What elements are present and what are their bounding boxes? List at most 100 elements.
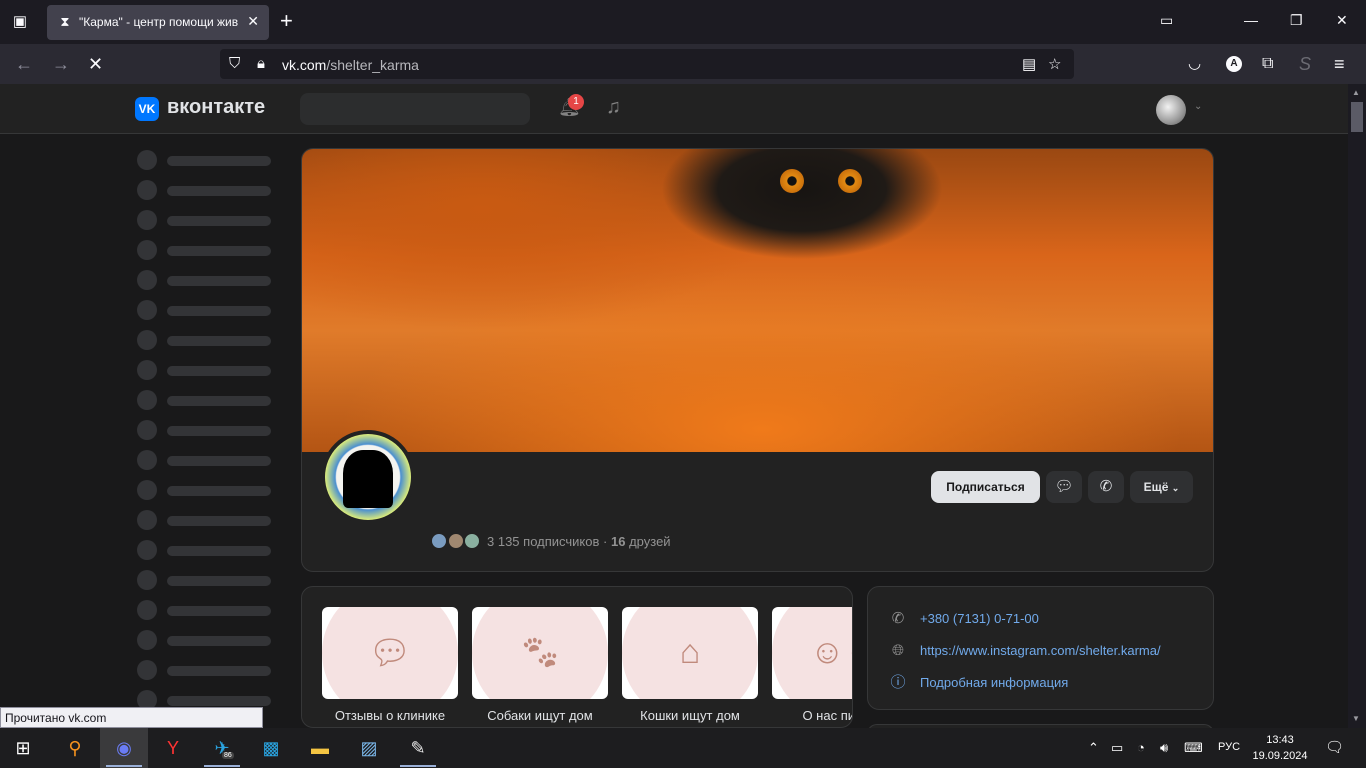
battery-icon[interactable]: ▭ <box>1111 740 1123 756</box>
sidebar-skeleton-item <box>137 510 277 530</box>
notifications-icon[interactable]: 🗨︎ <box>1325 738 1344 756</box>
active-indicator <box>106 765 142 767</box>
pocket-icon[interactable]: ◡ <box>1188 53 1201 75</box>
more-button[interactable]: Ещё ⌄ <box>1130 471 1193 503</box>
windows-start-icon[interactable]: ⊞ <box>8 734 38 762</box>
speech-question-icon: 💬︎ <box>368 634 412 672</box>
vk-brand[interactable]: вконтакте <box>167 96 265 119</box>
phone-link[interactable]: +380 (7131) 0-71-00 <box>920 611 1039 626</box>
lock-icon[interactable]: 🔒︎ <box>257 55 265 72</box>
clock[interactable]: 13:43 19.09.2024 <box>1250 732 1310 764</box>
sidebar-skeleton-item <box>137 540 277 560</box>
url-text[interactable]: vk.com/shelter_karma <box>282 57 419 73</box>
volume-icon[interactable]: 🔊︎ <box>1160 740 1168 756</box>
time: 13:43 <box>1266 734 1294 746</box>
running-indicator <box>204 765 240 767</box>
friend-avatar[interactable] <box>464 533 480 549</box>
telegram-badge: 86 <box>222 752 234 759</box>
taskbar: ⊞ ⚲ ◉ Y ✈ 86 ▩ ▬ ▨ ✎ ⌃ ▭ ◔ 🔊︎ ⌨ РУС 13:4… <box>0 728 1366 768</box>
tab-title: "Карма" - центр помощи жив <box>79 15 239 29</box>
new-tab-icon[interactable]: + <box>280 9 293 33</box>
minimize-icon[interactable]: — <box>1244 12 1258 28</box>
photos-icon[interactable]: ▨ <box>354 734 384 762</box>
browser-tab[interactable]: ⧗ "Карма" - центр помощи жив ✕ <box>47 5 269 40</box>
stop-icon[interactable]: ✕ <box>88 53 103 75</box>
forward-icon[interactable]: → <box>52 53 70 75</box>
account-icon[interactable]: A <box>1226 56 1242 72</box>
close-icon[interactable]: ✕ <box>247 13 259 30</box>
group-avatar[interactable] <box>321 430 415 524</box>
notification-badge: 1 <box>568 94 584 110</box>
tab-list-icon[interactable]: ▣ <box>8 10 32 34</box>
shield-icon[interactable]: ⛉ <box>229 55 240 72</box>
faces-icon: ☺☺ <box>810 633 852 671</box>
scroll-down-icon[interactable]: ▼ <box>1352 714 1360 723</box>
folder-icon[interactable]: ▬ <box>305 734 335 762</box>
phone-icon[interactable]: ✆ <box>1088 471 1124 503</box>
tray-chevron-icon[interactable]: ⌃ <box>1088 740 1099 756</box>
friend-avatar[interactable] <box>448 533 464 549</box>
extensions-icon[interactable]: ⧉ <box>1262 53 1273 75</box>
menu-item-cats[interactable]: ⌂ <box>622 607 758 699</box>
group-card <box>301 148 1214 572</box>
sidebar-skeleton-item <box>137 270 277 290</box>
url-bar[interactable]: ⛉ 🔒︎ vk.com/shelter_karma ▤ ☆ <box>220 49 1074 79</box>
messenger-icon[interactable]: ▩ <box>256 734 286 762</box>
restore-icon[interactable]: ❐ <box>1290 12 1303 29</box>
browser-nav-bar: ← → ✕ ⛉ 🔒︎ vk.com/shelter_karma ▤ ☆ ◡ A … <box>0 44 1366 84</box>
house-icon: ⌂ <box>679 633 701 671</box>
followers-info[interactable]: 3 135 подписчиков · 16 друзей <box>487 534 671 549</box>
sidebar-skeleton-item <box>137 210 277 230</box>
followers-count: 3 135 <box>487 534 520 549</box>
avatar[interactable] <box>1156 95 1186 125</box>
more-label: Ещё <box>1143 480 1169 494</box>
cat-eye <box>780 169 804 193</box>
s-extension-icon[interactable]: S <box>1299 53 1311 75</box>
website-link[interactable]: https://www.instagram.com/shelter.karma/ <box>920 643 1161 658</box>
menu-item-about[interactable]: ☺☺ <box>772 607 852 699</box>
scroll-thumb[interactable] <box>1351 102 1363 132</box>
window-close-icon[interactable]: ✕ <box>1336 12 1348 29</box>
cat-eye <box>838 169 862 193</box>
friend-avatar[interactable] <box>431 533 447 549</box>
message-icon[interactable]: 💬︎ <box>1046 471 1082 503</box>
search-input[interactable] <box>300 93 530 125</box>
scroll-up-icon[interactable]: ▲ <box>1352 88 1360 97</box>
subscribe-button[interactable]: Подписаться <box>931 471 1040 503</box>
star-icon[interactable]: ☆ <box>1048 55 1061 73</box>
menu-label-cats[interactable]: Кошки ищут дом <box>615 708 765 723</box>
notes-icon[interactable]: ✎ <box>403 734 433 762</box>
page-scrollbar[interactable]: ▲ ▼ <box>1348 84 1366 728</box>
music-icon[interactable]: ♫ <box>606 96 621 119</box>
tab-manager-icon[interactable]: ▭ <box>1160 12 1173 29</box>
search-icon[interactable]: ⚲ <box>60 734 90 762</box>
sidebar-skeleton-item <box>137 450 277 470</box>
vk-logo-icon[interactable]: VK <box>135 97 159 121</box>
language-indicator[interactable]: РУС <box>1218 741 1240 753</box>
sidebar-skeleton-item <box>137 570 277 590</box>
menu-label-dogs[interactable]: Собаки ищут дом <box>465 708 615 723</box>
followers-word: подписчиков <box>523 534 600 549</box>
keyboard-icon[interactable]: ⌨ <box>1184 740 1203 756</box>
friends-count: 16 <box>611 534 626 549</box>
menu-item-reviews[interactable]: 💬︎ <box>322 607 458 699</box>
sidebar-skeleton-item <box>137 240 277 260</box>
phone-icon: ✆ <box>891 610 905 627</box>
menu-label-reviews[interactable]: Отзывы о клинике <box>315 708 465 723</box>
sidebar-skeleton-item <box>137 300 277 320</box>
firefox-icon[interactable]: ◉ <box>109 734 139 762</box>
sidebar-skeleton-item <box>137 480 277 500</box>
back-icon[interactable]: ← <box>15 53 33 75</box>
wifi-icon[interactable]: ◔ <box>1137 740 1145 755</box>
menu-item-dogs[interactable]: 🐾︎ <box>472 607 608 699</box>
menu-label-about[interactable]: О нас пи <box>765 708 852 723</box>
vk-header: VK вконтакте 🔔︎ 1 ♫ ⌄ <box>0 84 1348 134</box>
paw-icon: 🐾︎ <box>518 634 562 672</box>
status-tooltip: Прочитано vk.com <box>0 707 263 728</box>
chevron-down-icon[interactable]: ⌄ <box>1194 101 1202 112</box>
details-link[interactable]: Подробная информация <box>920 675 1068 690</box>
browser-tab-bar: ▣ ⧗ "Карма" - центр помощи жив ✕ + ▭ — ❐… <box>0 0 1366 44</box>
menu-icon[interactable]: ≡ <box>1334 53 1345 75</box>
yandex-icon[interactable]: Y <box>158 734 188 762</box>
reader-icon[interactable]: ▤ <box>1022 55 1036 73</box>
